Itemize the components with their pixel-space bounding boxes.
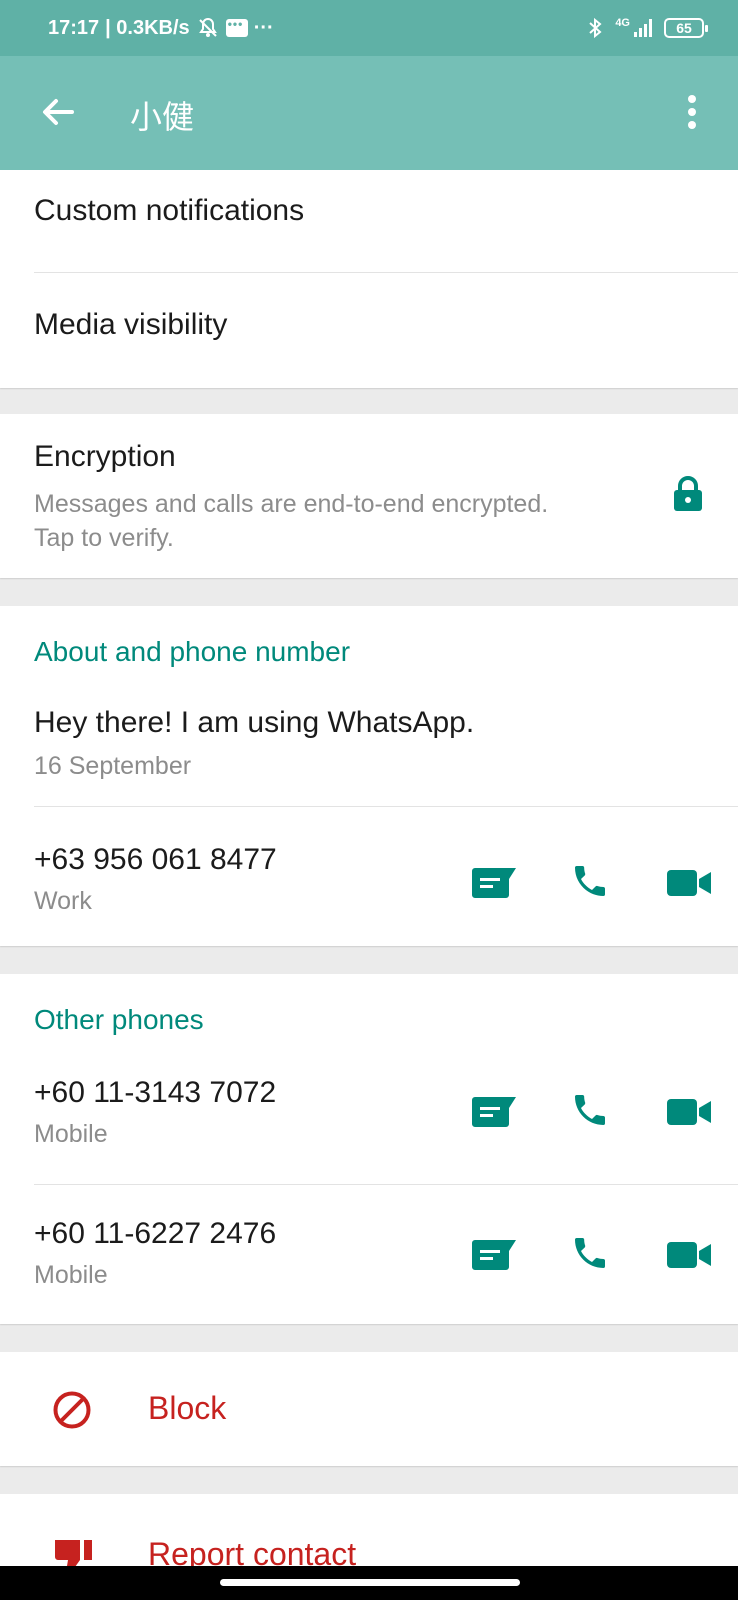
status-right: 4G 65 <box>587 16 708 40</box>
about-section: About and phone number Hey there! I am u… <box>0 606 738 946</box>
encryption-title: Encryption <box>34 440 176 473</box>
custom-notifications-row[interactable]: Custom notifications <box>0 170 738 272</box>
lock-icon <box>674 476 702 511</box>
about-status-row[interactable]: Hey there! I am using WhatsApp. 16 Septe… <box>0 686 738 796</box>
battery-icon: 65 <box>664 18 708 38</box>
other-phones-heading: Other phones <box>34 1004 204 1035</box>
thumbs-down-icon <box>55 1540 92 1566</box>
message-icon[interactable] <box>470 1239 518 1271</box>
media-visibility-label: Media visibility <box>34 308 228 341</box>
custom-notifications-label: Custom notifications <box>34 194 305 227</box>
other-phone-number: +60 11-3143 7072 <box>34 1076 277 1109</box>
message-notification-icon <box>225 17 248 37</box>
status-more-dots: ··· <box>253 16 274 39</box>
report-contact-label: Report contact <box>148 1536 357 1566</box>
report-section[interactable]: Report contact <box>0 1494 738 1566</box>
settings-section: Custom notifications Media visibility <box>0 170 738 388</box>
home-gesture-handle[interactable] <box>220 1579 520 1586</box>
block-section[interactable]: Block <box>0 1352 738 1466</box>
message-icon[interactable] <box>470 1096 518 1128</box>
message-icon[interactable] <box>470 867 518 899</box>
app-bar: 小健 <box>0 56 738 170</box>
status-bar: 17:17 | 0.3KB/s ··· 4G 65 <box>0 0 738 56</box>
system-navigation-bar <box>0 1566 738 1600</box>
voice-call-icon[interactable] <box>570 861 610 901</box>
status-left: 17:17 | 0.3KB/s ··· <box>48 16 274 40</box>
other-phone-number: +60 11-6227 2476 <box>34 1217 277 1250</box>
about-heading: About and phone number <box>34 636 351 667</box>
encryption-verify-hint: Tap to verify. <box>34 524 174 552</box>
encryption-section[interactable]: Encryption Messages and calls are end-to… <box>0 414 738 578</box>
encryption-description: Messages and calls are end-to-end encryp… <box>34 490 549 518</box>
video-call-icon[interactable] <box>666 1241 712 1269</box>
other-phones-section: Other phones +60 11-3143 7072 Mobile +60… <box>0 974 738 1324</box>
status-time: 17:17 <box>48 16 100 39</box>
video-call-icon[interactable] <box>666 869 712 897</box>
block-icon <box>53 1391 91 1429</box>
other-phone-type: Mobile <box>34 1261 108 1289</box>
network-type: 4G <box>615 17 630 29</box>
contact-name: 小健 <box>130 99 195 135</box>
status-speed: | 0.3KB/s <box>105 16 190 39</box>
about-status-date: 16 September <box>34 752 192 780</box>
block-label: Block <box>148 1390 227 1426</box>
bluetooth-icon <box>589 17 602 39</box>
more-options-icon[interactable] <box>682 92 702 132</box>
video-call-icon[interactable] <box>666 1098 712 1126</box>
other-phone-type: Mobile <box>34 1120 108 1148</box>
phone-type: Work <box>34 887 92 915</box>
media-visibility-row[interactable]: Media visibility <box>0 273 738 388</box>
muted-bell-icon <box>198 17 217 37</box>
back-arrow-icon[interactable] <box>38 92 78 132</box>
other-phone-row-2[interactable]: +60 11-6227 2476 Mobile <box>0 1185 738 1324</box>
voice-call-icon[interactable] <box>570 1090 610 1130</box>
voice-call-icon[interactable] <box>570 1233 610 1273</box>
signal-icon <box>634 19 652 37</box>
phone-row[interactable]: +63 956 061 8477 Work <box>0 807 738 946</box>
phone-number: +63 956 061 8477 <box>34 843 277 876</box>
other-phone-row-1[interactable]: +60 11-3143 7072 Mobile <box>0 1054 738 1184</box>
about-status-text: Hey there! I am using WhatsApp. <box>34 706 475 739</box>
